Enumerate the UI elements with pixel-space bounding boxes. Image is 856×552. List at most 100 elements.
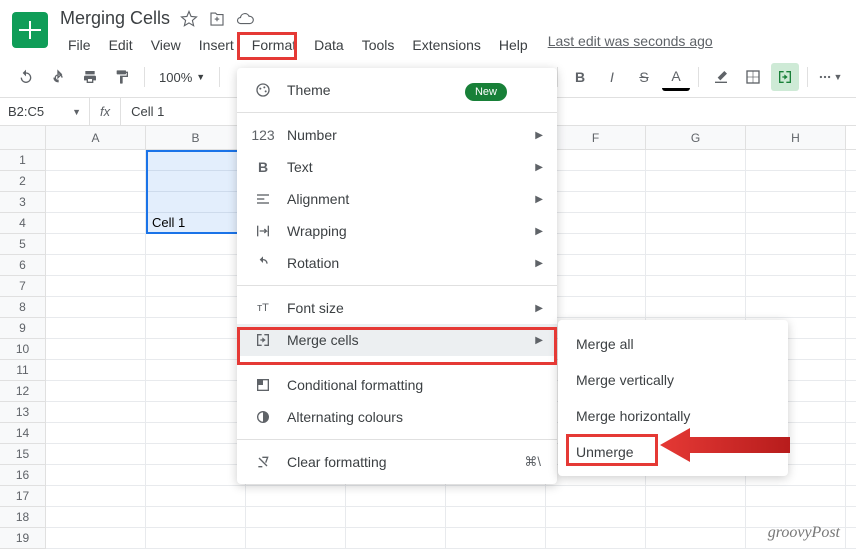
menu-label: Clear formatting bbox=[287, 454, 387, 470]
row-header[interactable]: 17 bbox=[0, 486, 46, 507]
more-button[interactable]: ▼ bbox=[816, 63, 844, 91]
move-icon[interactable] bbox=[208, 10, 226, 28]
row-header[interactable]: 3 bbox=[0, 192, 46, 213]
last-edit-link[interactable]: Last edit was seconds ago bbox=[548, 33, 713, 57]
menu-label: Text bbox=[287, 159, 313, 175]
annotation-arrow bbox=[660, 420, 800, 470]
menu-label: Theme bbox=[287, 82, 331, 98]
theme-icon bbox=[253, 82, 273, 98]
col-header[interactable]: F bbox=[546, 126, 646, 149]
format-menu: Theme New 123 Number ▶ B Text ▶ Alignmen… bbox=[237, 68, 557, 484]
star-icon[interactable] bbox=[180, 10, 198, 28]
chevron-right-icon: ▶ bbox=[535, 226, 543, 237]
row-header[interactable]: 9 bbox=[0, 318, 46, 339]
redo-button[interactable] bbox=[44, 63, 72, 91]
menu-label: Merge cells bbox=[287, 332, 359, 348]
row-header[interactable]: 4 bbox=[0, 213, 46, 234]
font-size-icon: ᴛT bbox=[253, 302, 273, 314]
menu-label: Font size bbox=[287, 300, 344, 316]
paint-format-button[interactable] bbox=[108, 63, 136, 91]
document-title[interactable]: Merging Cells bbox=[60, 8, 170, 29]
undo-button[interactable] bbox=[12, 63, 40, 91]
menu-label: Alignment bbox=[287, 191, 349, 207]
watermark: groovyPost bbox=[768, 524, 840, 542]
merge-cells-button[interactable] bbox=[771, 63, 799, 91]
name-box[interactable]: B2:C5▼ bbox=[0, 98, 90, 125]
row-header[interactable]: 5 bbox=[0, 234, 46, 255]
chevron-right-icon: ▶ bbox=[535, 130, 543, 141]
alternating-icon bbox=[253, 409, 273, 425]
row-header[interactable]: 19 bbox=[0, 528, 46, 549]
menubar: File Edit View Insert Format Data Tools … bbox=[60, 33, 844, 57]
menu-file[interactable]: File bbox=[60, 33, 99, 57]
row-header[interactable]: 18 bbox=[0, 507, 46, 528]
chevron-right-icon: ▶ bbox=[535, 162, 543, 173]
menu-number[interactable]: 123 Number ▶ bbox=[237, 119, 557, 151]
wrapping-icon bbox=[253, 223, 273, 239]
italic-button[interactable]: I bbox=[598, 63, 626, 91]
number-icon: 123 bbox=[253, 127, 273, 143]
merged-selection[interactable]: Cell 1 bbox=[146, 150, 246, 234]
zoom-selector[interactable]: 100% ▼ bbox=[153, 70, 211, 85]
menu-label: Number bbox=[287, 127, 337, 143]
cloud-icon[interactable] bbox=[236, 10, 254, 28]
menu-alternating-colours[interactable]: Alternating colours bbox=[237, 401, 557, 433]
conditional-icon bbox=[253, 377, 273, 393]
col-header[interactable]: G bbox=[646, 126, 746, 149]
cell-content: Cell 1 bbox=[152, 215, 185, 230]
menu-help[interactable]: Help bbox=[491, 33, 536, 57]
row-header[interactable]: 1 bbox=[0, 150, 46, 171]
row-header[interactable]: 14 bbox=[0, 423, 46, 444]
row-header[interactable]: 7 bbox=[0, 276, 46, 297]
row-header[interactable]: 15 bbox=[0, 444, 46, 465]
row-header[interactable]: 12 bbox=[0, 381, 46, 402]
chevron-right-icon: ▶ bbox=[535, 303, 543, 314]
row-header[interactable]: 2 bbox=[0, 171, 46, 192]
text-color-button[interactable]: A bbox=[662, 63, 690, 91]
strikethrough-button[interactable]: S bbox=[630, 63, 658, 91]
menu-merge-cells[interactable]: Merge cells ▶ bbox=[237, 324, 557, 356]
menu-extensions[interactable]: Extensions bbox=[404, 33, 488, 57]
row-header[interactable]: 13 bbox=[0, 402, 46, 423]
rotation-icon bbox=[253, 255, 273, 271]
row-headers: 1 2 3 4 5 6 7 8 9 10 11 12 13 14 15 16 1… bbox=[0, 150, 46, 549]
chevron-right-icon: ▶ bbox=[535, 335, 543, 346]
row-header[interactable]: 8 bbox=[0, 297, 46, 318]
menu-insert[interactable]: Insert bbox=[191, 33, 242, 57]
menu-theme[interactable]: Theme New bbox=[237, 74, 557, 106]
menu-wrapping[interactable]: Wrapping ▶ bbox=[237, 215, 557, 247]
text-icon: B bbox=[253, 159, 273, 175]
menu-clear-formatting[interactable]: Clear formatting ⌘\ bbox=[237, 446, 557, 478]
print-button[interactable] bbox=[76, 63, 104, 91]
row-header[interactable]: 10 bbox=[0, 339, 46, 360]
menu-label: Conditional formatting bbox=[287, 377, 423, 393]
menu-view[interactable]: View bbox=[143, 33, 189, 57]
menu-edit[interactable]: Edit bbox=[101, 33, 141, 57]
row-header[interactable]: 11 bbox=[0, 360, 46, 381]
row-header[interactable]: 16 bbox=[0, 465, 46, 486]
select-all-corner[interactable] bbox=[0, 126, 46, 149]
title-area: Merging Cells File Edit View Insert Form… bbox=[60, 8, 844, 57]
menu-text[interactable]: B Text ▶ bbox=[237, 151, 557, 183]
submenu-merge-vertically[interactable]: Merge vertically bbox=[558, 362, 788, 398]
menu-format[interactable]: Format bbox=[244, 33, 304, 57]
menu-tools[interactable]: Tools bbox=[354, 33, 403, 57]
col-header[interactable]: A bbox=[46, 126, 146, 149]
menu-label: Rotation bbox=[287, 255, 339, 271]
col-header[interactable]: B bbox=[146, 126, 246, 149]
row-header[interactable]: 6 bbox=[0, 255, 46, 276]
borders-button[interactable] bbox=[739, 63, 767, 91]
menu-rotation[interactable]: Rotation ▶ bbox=[237, 247, 557, 279]
col-header[interactable]: H bbox=[746, 126, 846, 149]
menu-conditional-formatting[interactable]: Conditional formatting bbox=[237, 369, 557, 401]
clear-icon bbox=[253, 454, 273, 470]
submenu-merge-all[interactable]: Merge all bbox=[558, 326, 788, 362]
fill-color-button[interactable] bbox=[707, 63, 735, 91]
formula-input[interactable]: Cell 1 bbox=[121, 104, 174, 119]
menu-alignment[interactable]: Alignment ▶ bbox=[237, 183, 557, 215]
menu-label: Alternating colours bbox=[287, 409, 403, 425]
menu-font-size[interactable]: ᴛT Font size ▶ bbox=[237, 292, 557, 324]
bold-button[interactable]: B bbox=[566, 63, 594, 91]
merge-icon bbox=[253, 332, 273, 348]
menu-data[interactable]: Data bbox=[306, 33, 352, 57]
